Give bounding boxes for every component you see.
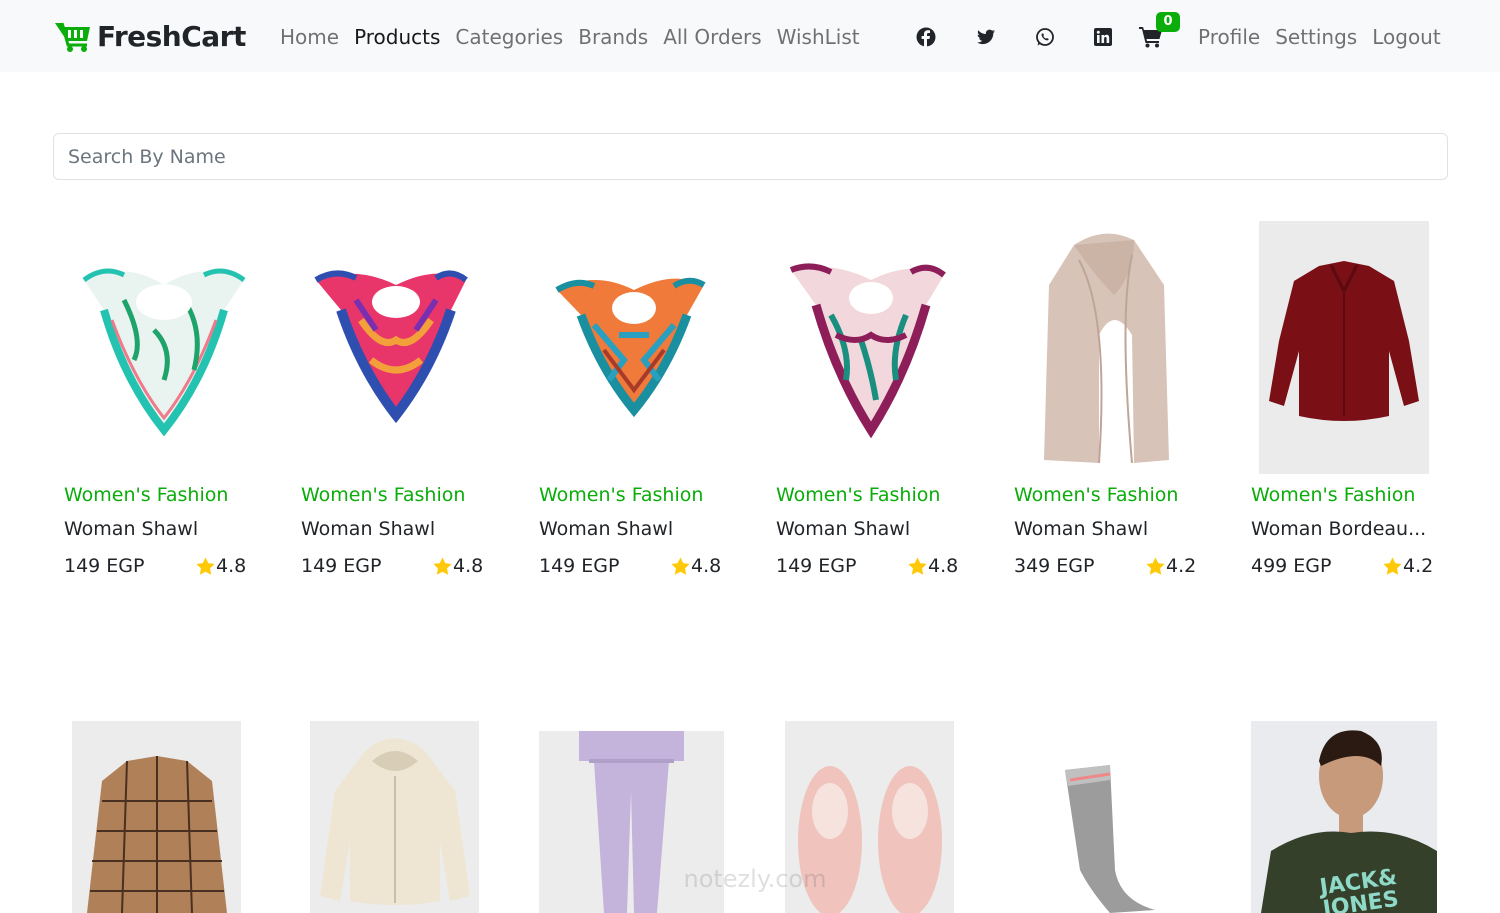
facebook-icon[interactable]	[916, 27, 936, 47]
product-image[interactable]	[301, 240, 511, 460]
nav-all-orders[interactable]: All Orders	[663, 24, 761, 50]
product-rating: 4.8	[432, 555, 483, 577]
cart-logo-icon	[55, 22, 90, 52]
product-price: 349 EGP	[1014, 555, 1095, 577]
product-title: Woman Bordeau...	[1251, 518, 1427, 540]
product-title: Woman Shawl	[64, 518, 199, 540]
product-price: 149 EGP	[539, 555, 620, 577]
star-icon	[1383, 556, 1402, 575]
star-icon	[1146, 556, 1165, 575]
nav-wishlist[interactable]: WishList	[777, 24, 860, 50]
rating-value: 4.8	[928, 555, 959, 577]
twitter-icon[interactable]	[976, 27, 996, 47]
product-category: Women's Fashion	[1014, 484, 1179, 506]
product-rating: 4.8	[907, 555, 958, 577]
star-icon	[908, 556, 927, 575]
product-category: Women's Fashion	[776, 484, 941, 506]
product-image[interactable]	[1259, 221, 1429, 474]
product-price: 499 EGP	[1251, 555, 1332, 577]
product-image[interactable]	[1040, 760, 1180, 913]
brand-name: FreshCart	[97, 19, 246, 53]
star-icon	[196, 556, 215, 575]
product-image[interactable]	[1014, 225, 1224, 470]
product-image[interactable]	[776, 240, 986, 460]
product-title: Woman Shawl	[539, 518, 674, 540]
star-icon	[433, 556, 452, 575]
product-image[interactable]	[72, 721, 241, 913]
account-nav: Profile Settings Logout	[1198, 24, 1456, 50]
nav-categories[interactable]: Categories	[455, 24, 563, 50]
watermark-text: notezly.com	[683, 865, 827, 893]
search-input[interactable]	[53, 133, 1448, 180]
product-category: Women's Fashion	[539, 484, 704, 506]
rating-value: 4.8	[453, 555, 484, 577]
cart-count-badge: 0	[1156, 12, 1180, 32]
product-price: 149 EGP	[301, 555, 382, 577]
watermark: notezly.com	[640, 820, 870, 913]
nav-products[interactable]: Products	[354, 24, 440, 50]
product-price: 149 EGP	[64, 555, 145, 577]
whatsapp-icon[interactable]	[1035, 27, 1055, 47]
linkedin-icon[interactable]	[1093, 27, 1113, 47]
product-price: 149 EGP	[776, 555, 857, 577]
nav-profile[interactable]: Profile	[1198, 24, 1260, 50]
product-category: Women's Fashion	[301, 484, 466, 506]
navbar: FreshCart Home Products Categories Brand…	[0, 0, 1500, 72]
product-image[interactable]: JACK& JONES	[1251, 721, 1437, 913]
product-image[interactable]	[310, 721, 479, 913]
nav-logout[interactable]: Logout	[1372, 24, 1440, 50]
product-image[interactable]	[539, 240, 749, 460]
rating-value: 4.2	[1403, 555, 1434, 577]
product-title: Woman Shawl	[301, 518, 436, 540]
product-title: Woman Shawl	[776, 518, 911, 540]
product-category: Women's Fashion	[64, 484, 229, 506]
rating-value: 4.8	[691, 555, 722, 577]
product-rating: 4.2	[1382, 555, 1433, 577]
rating-value: 4.2	[1166, 555, 1197, 577]
star-icon	[671, 556, 690, 575]
nav-home[interactable]: Home	[280, 24, 339, 50]
nav-settings[interactable]: Settings	[1275, 24, 1357, 50]
main-nav: Home Products Categories Brands All Orde…	[280, 24, 875, 50]
product-category: Women's Fashion	[1251, 484, 1416, 506]
product-image[interactable]	[64, 240, 274, 460]
rating-value: 4.8	[216, 555, 247, 577]
brand-logo[interactable]: FreshCart	[54, 18, 246, 54]
nav-brands[interactable]: Brands	[578, 24, 648, 50]
product-rating: 4.8	[670, 555, 721, 577]
product-title: Woman Shawl	[1014, 518, 1149, 540]
product-rating: 4.8	[195, 555, 246, 577]
cart-button[interactable]: 0	[1139, 12, 1183, 52]
product-rating: 4.2	[1145, 555, 1196, 577]
